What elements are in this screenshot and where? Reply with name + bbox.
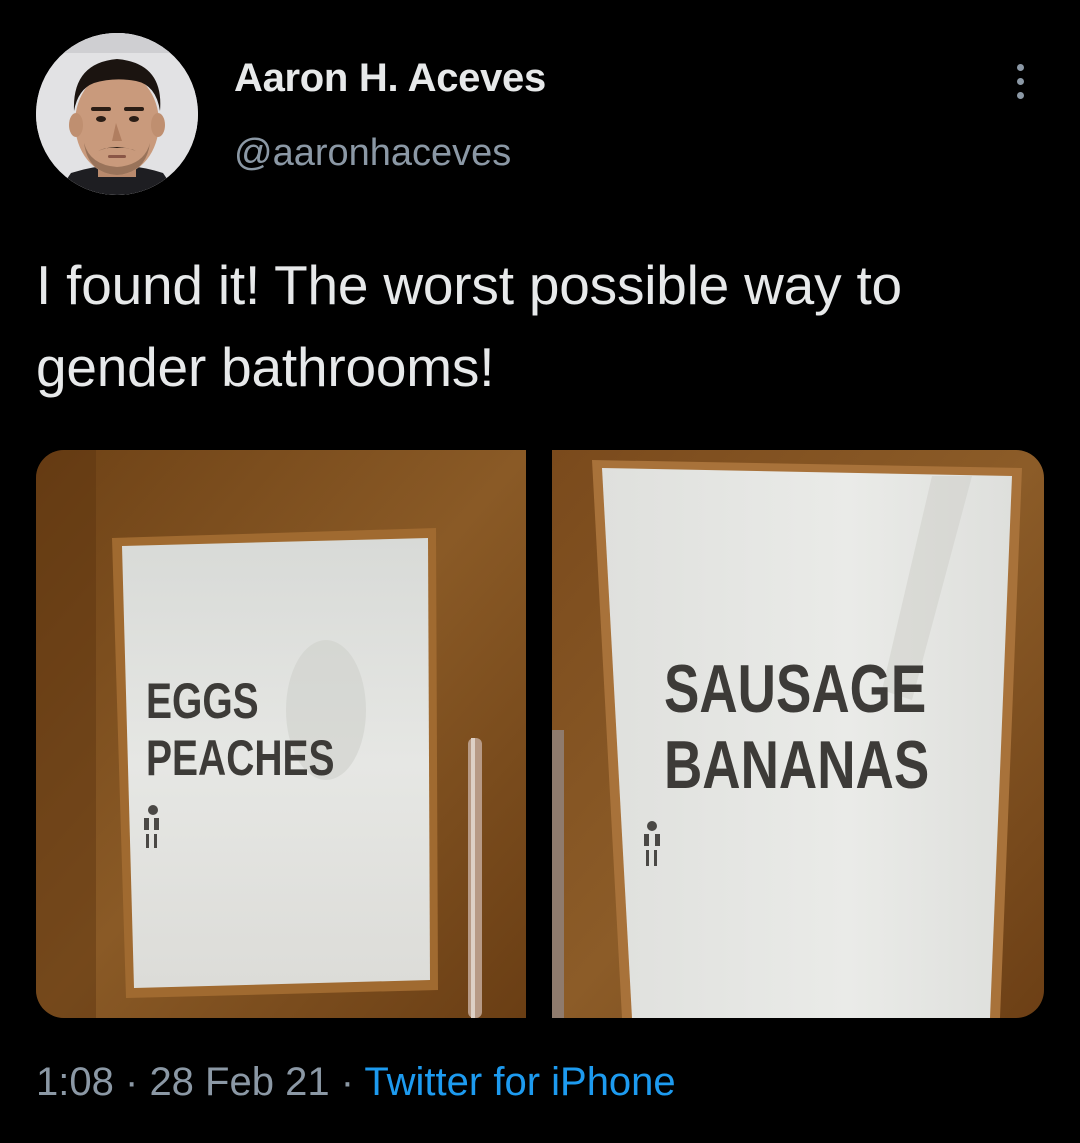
left-sign-line1: EGGS [146, 673, 259, 729]
meta-separator: · [340, 1060, 355, 1104]
tweet-time[interactable]: 1:08 [36, 1060, 114, 1104]
photo-left[interactable]: EGGS PEACHES [36, 450, 526, 1018]
more-options-icon-dot [1016, 77, 1024, 85]
more-options-icon [1016, 63, 1024, 71]
avatar[interactable] [36, 33, 198, 195]
right-sign-line2: BANANAS [664, 727, 930, 803]
more-options-button[interactable] [1000, 56, 1040, 106]
tweet-meta: 1:08 · 28 Feb 21 · Twitter for iPhone [36, 1060, 676, 1105]
tweet-text: I found it! The worst possible way to ge… [36, 254, 902, 398]
photo-right[interactable]: SAUSAGE BANANAS [552, 450, 1044, 1018]
tweet-container: Aaron H. Aceves @aaronhaceves I found it… [0, 0, 1080, 1143]
left-sign-line2: PEACHES [146, 730, 335, 786]
right-sign-line1: SAUSAGE [664, 651, 927, 727]
meta-separator: · [124, 1060, 139, 1104]
tweet-media: EGGS PEACHES SAUSAGE BANANAS [36, 450, 1044, 1018]
more-options-icon-dot [1016, 91, 1024, 99]
tweet-source-link[interactable]: Twitter for iPhone [364, 1060, 675, 1104]
author-handle[interactable]: @aaronhaceves [234, 132, 511, 175]
tweet-date[interactable]: 28 Feb 21 [149, 1060, 329, 1104]
author-name[interactable]: Aaron H. Aceves [234, 56, 546, 101]
avatar-photo [36, 33, 198, 195]
